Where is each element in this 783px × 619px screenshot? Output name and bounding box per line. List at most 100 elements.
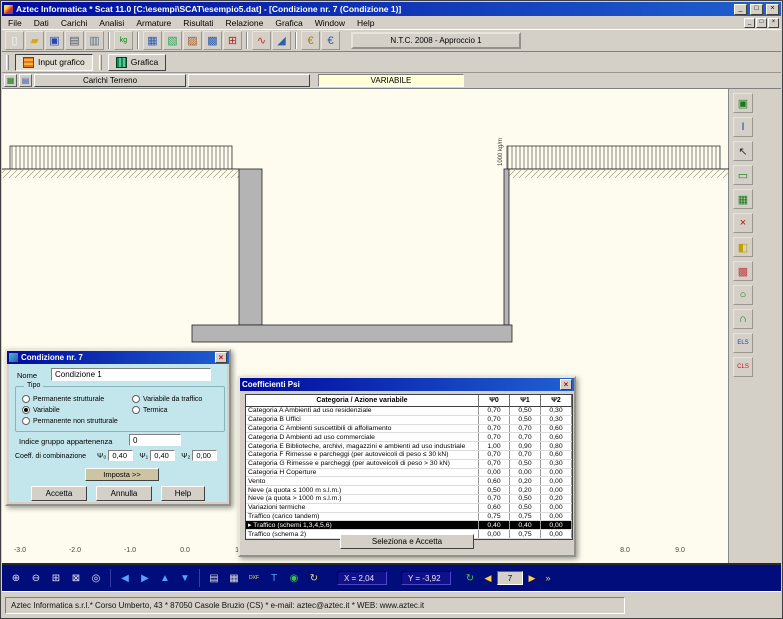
cls-icon[interactable]: CLS xyxy=(733,357,753,377)
zoom-window-icon[interactable]: ⊞ xyxy=(47,569,65,587)
psi-table-row[interactable]: Categoria C Ambienti suscettibili di aff… xyxy=(246,425,572,434)
radio-variabile[interactable]: Variabile xyxy=(22,406,132,414)
pan-down-icon[interactable]: ▼ xyxy=(176,569,194,587)
print-preview-icon[interactable]: ▥ xyxy=(85,31,104,50)
radio-termica[interactable]: Termica xyxy=(132,406,224,414)
psi2-input[interactable]: 0,00 xyxy=(192,450,217,461)
arch-icon[interactable]: ∩ xyxy=(733,309,753,329)
layers-icon[interactable]: ▤ xyxy=(205,569,223,587)
previous-page-button[interactable]: ◀ xyxy=(481,570,495,586)
radio-permanente-non-strutturale[interactable]: Permanente non strutturale xyxy=(22,417,132,425)
menu-item-help[interactable]: Help xyxy=(351,18,380,28)
section-icon[interactable]: ◧ xyxy=(733,237,753,257)
info-icon[interactable]: I xyxy=(733,117,753,137)
condition-type-field[interactable]: VARIABILE xyxy=(318,74,464,87)
psi-table-row[interactable]: ▸ Traffico (schemi 1,3,4,5,6)0,400,400,0… xyxy=(246,521,572,530)
new-file-icon[interactable]: ▯ xyxy=(5,31,24,50)
psi-table-row[interactable]: Neve (a quota > 1000 m s.l.m.)0,700,500,… xyxy=(246,495,572,504)
psi-dialog-titlebar[interactable]: Coefficienti Psi × xyxy=(240,378,574,391)
psi-table-row[interactable]: Categoria H Coperture0,000,000,00 xyxy=(246,469,572,478)
tab-grafica[interactable]: Grafica xyxy=(108,54,166,71)
menu-item-risultati[interactable]: Risultati xyxy=(177,18,219,28)
menu-item-file[interactable]: File xyxy=(2,18,28,28)
layers-small-icon[interactable]: ▤ xyxy=(19,74,32,87)
panel-grid-icon[interactable]: ▦ xyxy=(733,189,753,209)
annulla-button[interactable]: Annulla xyxy=(96,486,152,501)
accetta-button[interactable]: Accetta xyxy=(31,486,87,501)
indice-input[interactable]: 0 xyxy=(129,434,181,446)
psi1-input[interactable]: 0,40 xyxy=(150,450,175,461)
frame-icon[interactable]: ▭ xyxy=(733,165,753,185)
print-icon[interactable]: ▤ xyxy=(65,31,84,50)
measure-icon[interactable]: ⊞ xyxy=(223,31,242,50)
seleziona-accetta-button[interactable]: Seleziona e Accetta xyxy=(340,534,474,549)
redraw-icon[interactable]: ↻ xyxy=(305,569,323,587)
zoom-in-icon[interactable]: ⊕ xyxy=(7,569,25,587)
open-folder-icon[interactable]: ▰ xyxy=(25,31,44,50)
mdi-close-button[interactable]: × xyxy=(768,18,779,28)
psi-table-row[interactable]: Variazioni termiche0,600,500,00 xyxy=(246,504,572,513)
menu-item-grafica[interactable]: Grafica xyxy=(269,18,308,28)
psi-table-row[interactable]: Categoria A Ambienti ad uso residenziale… xyxy=(246,407,572,416)
zoom-extents-icon[interactable]: ⊠ xyxy=(67,569,85,587)
palette-icon[interactable]: ▦ xyxy=(4,74,17,87)
psi-close-button[interactable]: × xyxy=(560,379,572,390)
zoom-out-icon[interactable]: ⊖ xyxy=(27,569,45,587)
pointer-icon[interactable]: ↖ xyxy=(733,141,753,161)
dxf-export-icon[interactable]: DXF xyxy=(245,569,263,587)
psi-table-row[interactable]: Categoria F Rimesse e parcheggi (per aut… xyxy=(246,451,572,460)
help-button[interactable]: Help xyxy=(161,486,205,501)
psi-table-row[interactable]: Categoria B Uffici0,700,500,30 xyxy=(246,416,572,425)
pan-right-icon[interactable]: ▶ xyxy=(136,569,154,587)
regen-icon[interactable]: ↻ xyxy=(461,569,479,587)
loads-icon[interactable]: ▩ xyxy=(203,31,222,50)
window-icon[interactable]: ▣ xyxy=(733,93,753,113)
psi-table-row[interactable]: Categoria G Rimesse e parcheggi (per aut… xyxy=(246,460,572,469)
units-kgcm-icon[interactable]: kg xyxy=(114,31,133,50)
text-tool-icon[interactable]: T xyxy=(265,569,283,587)
menu-item-armature[interactable]: Armature xyxy=(130,18,177,28)
currency-icon[interactable]: € xyxy=(301,31,320,50)
mdi-restore-button[interactable]: □ xyxy=(756,18,767,28)
next-page-button[interactable]: ▶ xyxy=(525,570,539,586)
circle-icon[interactable]: ○ xyxy=(733,285,753,305)
grid-icon[interactable]: ▦ xyxy=(225,569,243,587)
pan-up-icon[interactable]: ▲ xyxy=(156,569,174,587)
menu-item-window[interactable]: Window xyxy=(309,18,351,28)
euro-icon[interactable]: € xyxy=(321,31,340,50)
radio-variabile-da-traffico[interactable]: Variabile da traffico xyxy=(132,395,224,403)
carichi-terreno-button[interactable]: Carichi Terreno xyxy=(34,74,186,87)
psi0-input[interactable]: 0,40 xyxy=(108,450,133,461)
diagram-icon[interactable]: ∿ xyxy=(252,31,271,50)
chart-icon[interactable]: ◢ xyxy=(272,31,291,50)
menu-item-carichi[interactable]: Carichi xyxy=(55,18,93,28)
profile-icon[interactable]: ▨ xyxy=(183,31,202,50)
imposta-button[interactable]: Imposta >> xyxy=(85,468,159,481)
mdi-minimize-button[interactable]: _ xyxy=(744,18,755,28)
psi-table-row[interactable]: Vento0,600,200,00 xyxy=(246,477,572,486)
norm-selector[interactable]: N.T.C. 2008 - Approccio 1 xyxy=(351,32,521,49)
materials-icon[interactable]: ▦ xyxy=(143,31,162,50)
geometry-icon[interactable]: ▧ xyxy=(163,31,182,50)
psi-table-row[interactable]: Neve (a quota ≤ 1000 m s.l.m.)0,500,200,… xyxy=(246,486,572,495)
pan-icon[interactable]: ◎ xyxy=(87,569,105,587)
pan-left-icon[interactable]: ◀ xyxy=(116,569,134,587)
psi-table-row[interactable]: Categoria D Ambienti ad uso commerciale0… xyxy=(246,433,572,442)
menu-item-analisi[interactable]: Analisi xyxy=(93,18,130,28)
psi-table-row[interactable]: Traffico (carico tandem)0,750,750,00 xyxy=(246,513,572,522)
radio-permanente-strutturale[interactable]: Permanente strutturale xyxy=(22,395,132,403)
els-icon[interactable]: ELS xyxy=(733,333,753,353)
last-page-button[interactable]: » xyxy=(541,570,555,586)
condizione-close-button[interactable]: × xyxy=(215,352,227,363)
tab-input-grafico[interactable]: Input grafico xyxy=(15,54,93,71)
nome-input[interactable]: Condizione 1 xyxy=(51,368,211,381)
page-number-field[interactable]: 7 xyxy=(497,571,523,585)
restore-button[interactable]: □ xyxy=(750,4,763,15)
save-icon[interactable]: ▣ xyxy=(45,31,64,50)
color-icon[interactable]: ◉ xyxy=(285,569,303,587)
delete-icon[interactable]: × xyxy=(733,213,753,233)
condizione-dialog-titlebar[interactable]: Condizione nr. 7 × xyxy=(7,351,229,364)
psi-table-row[interactable]: Categoria E Biblioteche, archivi, magazz… xyxy=(246,442,572,451)
close-button[interactable]: × xyxy=(766,4,779,15)
minimize-button[interactable]: _ xyxy=(734,4,747,15)
